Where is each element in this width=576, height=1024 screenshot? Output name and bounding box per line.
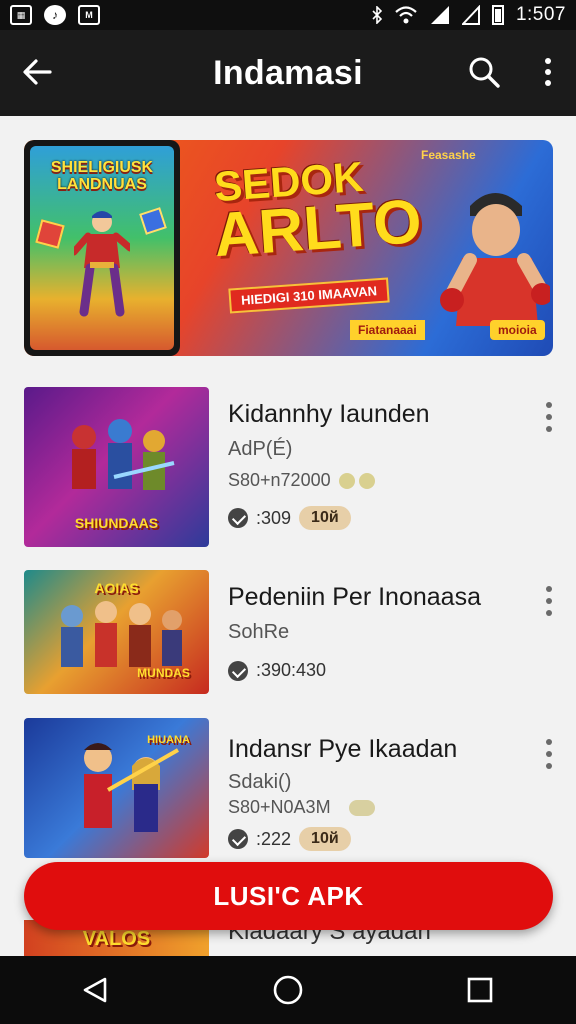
list-item[interactable]: HIUANA Indansr Pye Ikaadan Sdaki() S80+N…: [0, 705, 576, 875]
banner-ribbon: HIEDIGI 310 IMAAVAN: [228, 277, 390, 314]
status-system: 1:507: [372, 4, 566, 26]
item-title: Indansr Pye Ikaadan: [228, 735, 458, 763]
list-item[interactable]: AOIAS MUNDAS Pedeniin Per Inonaasa SohRe…: [0, 556, 576, 726]
badge-dot-icon: [338, 472, 355, 489]
item-subtitle: AdP(É): [228, 438, 293, 460]
badge-dot-icon: [348, 799, 375, 816]
navigation-bar: [0, 956, 576, 1024]
thumbnail-label: SHIUNDAAS: [74, 515, 159, 531]
item-overflow-icon[interactable]: [544, 586, 554, 616]
banner-headline: SEDOK ARLTO: [212, 153, 424, 270]
tablet-image: SHIELIGIUSK LANDNUAS: [24, 140, 180, 356]
game-thumbnail: SHIUNDAAS: [24, 387, 209, 547]
verified-icon: [228, 660, 248, 681]
signal-icon: [430, 6, 449, 24]
game-thumbnail: AOIAS MUNDAS: [24, 570, 209, 694]
list-item[interactable]: SHIUNDAAS Kidannhy Iaunden AdP(É) S80+n7…: [0, 372, 576, 547]
status-bar: ▦ ♪ M 1:507: [0, 0, 576, 30]
verified-icon: [228, 508, 248, 528]
item-meta: :309 10й: [228, 506, 351, 530]
gift-box-icon: [35, 219, 65, 249]
item-size: S80+N0A3M: [228, 797, 375, 818]
item-title: Kidannhy Iaunden: [228, 400, 430, 428]
verified-icon: [228, 829, 248, 849]
signal-2-icon: [461, 5, 480, 25]
thumbnail-label-top: AOIAS: [94, 580, 139, 596]
game-characters: [84, 743, 179, 832]
item-badge: 10й: [299, 506, 351, 530]
item-badge: 10й: [299, 827, 351, 851]
back-arrow-icon[interactable]: [20, 54, 56, 90]
badge-dot-icon: [358, 472, 375, 489]
hero-figure: [74, 211, 130, 317]
gallery-icon: ▦: [10, 5, 32, 25]
item-rating: :309: [256, 507, 292, 528]
nav-recents-icon[interactable]: [460, 970, 500, 1010]
game-thumbnail: HIUANA: [24, 718, 209, 858]
status-notifications: ▦ ♪ M: [10, 5, 100, 25]
item-meta: :390:430: [228, 660, 326, 681]
item-size-text: S80+n72000: [228, 470, 331, 490]
item-meta: :222 10й: [228, 827, 351, 851]
item-rating: :222: [256, 828, 292, 849]
item-overflow-icon[interactable]: [544, 739, 554, 769]
game-characters: [72, 419, 175, 490]
battery-icon: [491, 5, 504, 25]
thumbnail-label: HIUANA: [147, 734, 190, 746]
bluetooth-icon: [372, 6, 382, 24]
thumbnail-label: MUNDAS: [137, 666, 190, 680]
item-subtitle: Sdaki(): [228, 771, 292, 793]
item-title: Pedeniin Per Inonaasa: [228, 583, 481, 611]
page-title: Indamasi: [213, 53, 363, 92]
featured-banner[interactable]: SHIELIGIUSK LANDNUAS Feasashe SEDOK ARLT…: [24, 140, 553, 356]
app-bar: Indamasi: [0, 30, 576, 116]
banner-tag: Fiatanaaai: [350, 320, 425, 340]
item-size: S80+n72000: [228, 470, 375, 491]
item-subtitle: SohRe: [228, 621, 290, 643]
banner-tag: Feasashe: [421, 148, 476, 162]
tablet-game-title: SHIELIGIUSK LANDNUAS: [50, 159, 154, 193]
gift-box-icon: [139, 207, 167, 235]
nav-home-icon[interactable]: [268, 970, 308, 1010]
mail-icon: M: [78, 5, 100, 25]
item-rating: :390:430: [256, 660, 327, 680]
music-icon: ♪: [44, 5, 66, 25]
overflow-menu-icon[interactable]: [538, 54, 558, 90]
status-time: 1:507: [515, 4, 566, 25]
search-icon[interactable]: [466, 54, 502, 90]
banner-headline-line2: ARLTO: [211, 186, 424, 271]
wifi-icon: [395, 6, 417, 24]
item-size-text: S80+N0A3M: [228, 797, 331, 817]
download-apk-button[interactable]: LUSI'C APK: [24, 862, 553, 930]
nav-back-icon[interactable]: [76, 970, 116, 1010]
banner-tag: moioia: [490, 320, 545, 340]
thumbnail-label: VALOS: [82, 928, 151, 950]
item-overflow-icon[interactable]: [544, 402, 554, 432]
